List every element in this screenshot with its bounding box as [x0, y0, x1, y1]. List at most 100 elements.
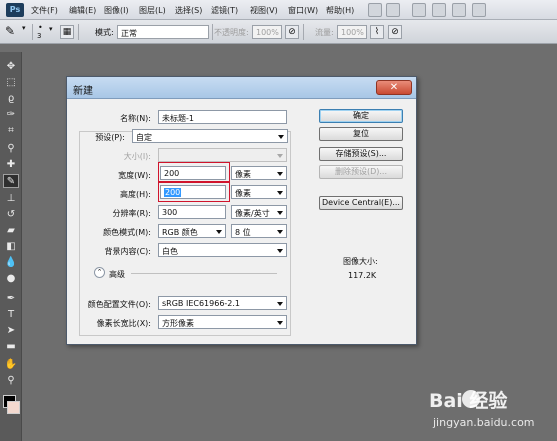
width-unit-select[interactable]: 像素: [231, 166, 287, 180]
clone-stamp-tool-icon[interactable]: ⊥: [3, 192, 19, 206]
photoshop-logo: Ps: [6, 3, 24, 17]
save-preset-button[interactable]: 存储预设(S)...: [319, 147, 403, 161]
color-mode-select[interactable]: RGB 颜色: [158, 224, 226, 238]
mode-select[interactable]: 正常: [117, 25, 209, 39]
width-label: 宽度(W):: [118, 171, 151, 180]
brush-size-arrow-icon[interactable]: ▾: [49, 25, 53, 33]
crop-tool-icon[interactable]: ⌗: [3, 124, 19, 138]
menu-edit[interactable]: 编辑(E): [69, 5, 96, 16]
path-select-tool-icon[interactable]: ➤: [3, 324, 19, 338]
blur-tool-icon[interactable]: 💧: [3, 256, 19, 270]
pixel-aspect-select[interactable]: 方形像素: [158, 315, 287, 329]
preset-value: 自定: [136, 133, 152, 142]
chevron-down-icon: [278, 135, 284, 139]
height-unit-value: 像素: [235, 189, 251, 198]
width-input[interactable]: 200: [160, 166, 226, 180]
resolution-label: 分辨率(R):: [112, 209, 152, 218]
brush-tool-icon[interactable]: ✎: [3, 174, 19, 188]
options-bar: ✎ ▾ • 3 ▾ ▦ 模式: 正常 不透明度: 100% ⊘ 流量: 100%…: [0, 20, 557, 44]
size-label: 大小(I):: [123, 152, 151, 161]
menu-image[interactable]: 图像(I): [104, 5, 129, 16]
menu-view[interactable]: 视图(V): [250, 5, 278, 16]
lasso-tool-icon[interactable]: ϱ: [3, 92, 19, 106]
airbrush-icon[interactable]: ⌇: [370, 25, 384, 39]
name-input[interactable]: 未标题-1: [158, 110, 287, 124]
rotate-view-icon[interactable]: [472, 3, 486, 17]
color-profile-label: 颜色配置文件(O):: [87, 300, 151, 309]
height-value-selected: 200: [164, 188, 182, 197]
separator: [78, 24, 79, 40]
brush-preset-icon[interactable]: ✎: [5, 24, 15, 38]
watermark-url: jingyan.baidu.com: [433, 416, 535, 429]
pen-tool-icon[interactable]: ✒: [3, 292, 19, 306]
resolution-unit-value: 像素/英寸: [235, 209, 270, 218]
mini-bridge-icon[interactable]: [386, 3, 400, 17]
separator: [212, 24, 213, 40]
menu-file[interactable]: 文件(F): [31, 5, 58, 16]
bridge-icon[interactable]: [368, 3, 382, 17]
eyedropper-tool-icon[interactable]: ⚲: [3, 142, 19, 156]
bit-depth-select[interactable]: 8 位: [231, 224, 287, 238]
brush-size-value: 3: [37, 32, 42, 40]
brush-dot-icon: •: [38, 23, 43, 32]
background-color-swatch[interactable]: [7, 401, 20, 414]
size-select: [158, 148, 287, 162]
eraser-tool-icon[interactable]: ▰: [3, 224, 19, 238]
menu-filter[interactable]: 滤镜(T): [211, 5, 238, 16]
height-label: 高度(H):: [120, 190, 151, 199]
resolution-input[interactable]: 300: [158, 205, 226, 219]
type-tool-icon[interactable]: T: [3, 308, 19, 322]
history-brush-tool-icon[interactable]: ↺: [3, 208, 19, 222]
menu-layer[interactable]: 图层(L): [139, 5, 166, 16]
reset-button[interactable]: 复位: [319, 127, 403, 141]
advanced-divider: [131, 273, 277, 274]
brush-panel-icon[interactable]: ▦: [60, 25, 74, 39]
height-input[interactable]: 200: [160, 185, 226, 199]
color-mode-label: 颜色模式(M):: [103, 228, 151, 237]
resolution-unit-select[interactable]: 像素/英寸: [231, 205, 287, 219]
pressure-opacity-icon[interactable]: ⊘: [285, 25, 299, 39]
width-unit-value: 像素: [235, 170, 251, 179]
color-profile-value: sRGB IEC61966-2.1: [162, 299, 241, 308]
quick-select-tool-icon[interactable]: ✑: [3, 108, 19, 122]
zoom-tool-icon[interactable]: ⚲: [3, 374, 19, 388]
hand-tool-icon[interactable]: ✋: [3, 358, 19, 372]
zoom-level-icon[interactable]: [432, 3, 446, 17]
shape-tool-icon[interactable]: ▬: [3, 340, 19, 354]
marquee-tool-icon[interactable]: ⬚: [3, 76, 19, 90]
image-size-value: 117.2K: [348, 271, 377, 280]
chevron-down-icon: [277, 154, 283, 158]
pressure-size-icon[interactable]: ⊘: [388, 25, 402, 39]
menu-help[interactable]: 帮助(H): [326, 5, 354, 16]
separator: [32, 24, 33, 40]
close-button[interactable]: ✕: [376, 80, 412, 95]
menu-select[interactable]: 选择(S): [175, 5, 202, 16]
device-central-button[interactable]: Device Central(E)...: [319, 196, 403, 210]
color-profile-select[interactable]: sRGB IEC61966-2.1: [158, 296, 287, 310]
healing-brush-tool-icon[interactable]: ✚: [3, 158, 19, 172]
baidu-jingyan-watermark: Bai 经验 jingyan.baidu.com: [425, 380, 555, 440]
dialog-titlebar: 新建 ✕: [67, 77, 416, 99]
move-tool-icon[interactable]: ✥: [3, 60, 19, 74]
brush-preset-arrow-icon[interactable]: ▾: [22, 24, 26, 32]
menu-window[interactable]: 窗口(W): [288, 5, 318, 16]
dodge-tool-icon[interactable]: ●: [3, 272, 19, 286]
hand-view-icon[interactable]: [452, 3, 466, 17]
preset-label: 预设(P):: [95, 133, 125, 142]
chevron-down-icon: [277, 321, 283, 325]
menu-bar: Ps 文件(F) 编辑(E) 图像(I) 图层(L) 选择(S) 滤镜(T) 视…: [0, 0, 557, 20]
pixel-aspect-value: 方形像素: [162, 319, 194, 328]
chevron-down-icon: [277, 230, 283, 234]
gradient-tool-icon[interactable]: ◧: [3, 240, 19, 254]
view-extras-icon[interactable]: [412, 3, 426, 17]
opacity-field[interactable]: 100%: [252, 25, 282, 39]
image-size-label: 图像大小:: [343, 257, 378, 266]
flow-field[interactable]: 100%: [337, 25, 367, 39]
opacity-label: 不透明度:: [214, 28, 249, 37]
advanced-toggle-icon[interactable]: ⌃: [94, 267, 105, 278]
preset-select[interactable]: 自定: [132, 129, 288, 143]
height-unit-select[interactable]: 像素: [231, 185, 287, 199]
ok-button[interactable]: 确定: [319, 109, 403, 123]
advanced-label: 高级: [109, 270, 125, 279]
background-select[interactable]: 白色: [158, 243, 287, 257]
